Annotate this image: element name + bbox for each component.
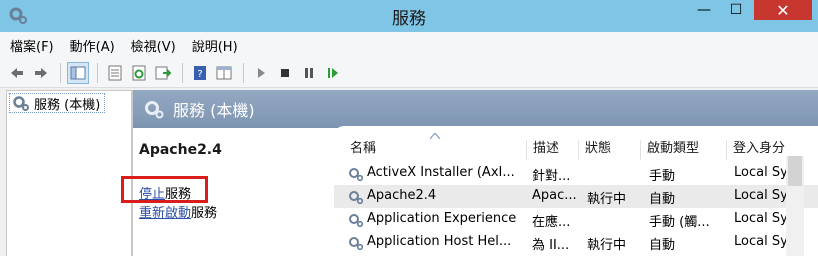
close-button[interactable]: ✕ xyxy=(754,0,812,20)
sort-ascending-icon xyxy=(429,132,441,140)
play-icon[interactable] xyxy=(250,62,272,84)
toolbar-separator xyxy=(243,62,244,83)
column-header-status[interactable]: 狀態 xyxy=(579,140,641,160)
title-bar: 服務 — ☐ ✕ xyxy=(0,0,818,32)
services-gear-icon xyxy=(13,96,29,111)
services-gear-icon xyxy=(145,101,164,119)
service-startup-cell: 手動 xyxy=(649,169,676,184)
table-row[interactable]: Application Experience 在應... 手動 (觸... Lo… xyxy=(334,208,818,231)
table-row[interactable]: ActiveX Installer (AxI... 針對... 手動 Local… xyxy=(334,162,818,185)
service-description-cell: 針對... xyxy=(532,169,571,184)
menu-bar: 檔案(F) 動作(A) 檢視(V) 說明(H) xyxy=(0,32,818,58)
service-name-cell: Application Host Hel... xyxy=(367,234,512,249)
properties-icon[interactable] xyxy=(104,62,126,84)
table-row[interactable]: Application Host Hel... 為 II... 執行中 自動 L… xyxy=(334,231,818,254)
toolbar-separator xyxy=(60,62,61,83)
tree-item-label: 服務 (本機) xyxy=(34,97,101,113)
minimize-button[interactable]: — xyxy=(690,0,718,20)
maximize-button[interactable]: ☐ xyxy=(722,0,750,20)
service-gear-icon xyxy=(349,237,364,251)
restart-service-action: 重新啟動服務 xyxy=(139,202,217,221)
help-icon[interactable]: ? xyxy=(189,62,211,84)
refresh-icon[interactable] xyxy=(128,62,150,84)
service-name-cell: Application Experience xyxy=(367,211,517,226)
service-gear-icon xyxy=(349,214,364,228)
stop-icon[interactable] xyxy=(274,62,296,84)
pause-icon[interactable] xyxy=(298,62,320,84)
services-pane-title: 服務 (本機) xyxy=(173,101,255,120)
service-logon-cell: Local Sy xyxy=(734,165,786,180)
menu-view[interactable]: 檢視(V) xyxy=(131,36,176,55)
list-header: 名稱 描述 狀態 啟動類型 登入身分 xyxy=(334,126,818,160)
column-header-name[interactable]: 名稱 xyxy=(344,140,527,160)
svg-text:?: ? xyxy=(197,69,202,80)
service-logon-cell: Local Sy xyxy=(734,211,786,226)
console-tree-icon[interactable] xyxy=(67,61,89,84)
toolbar: ? xyxy=(0,58,818,88)
menu-action[interactable]: 動作(A) xyxy=(70,36,115,55)
service-gear-icon xyxy=(349,168,364,182)
toolbar-separator xyxy=(182,62,183,83)
scrollbar-thumb[interactable] xyxy=(788,156,802,186)
services-list: 名稱 描述 狀態 啟動類型 登入身分 ActiveX Installer (Ax… xyxy=(334,126,818,256)
service-name-cell: Apache2.4 xyxy=(367,188,437,203)
service-gear-icon xyxy=(349,191,364,205)
service-description-cell: Apac... xyxy=(532,188,577,203)
service-logon-cell: Local Sy xyxy=(734,234,786,249)
service-name-cell: ActiveX Installer (AxI... xyxy=(367,165,515,180)
stop-service-highlight-box xyxy=(121,176,208,203)
back-icon[interactable] xyxy=(6,62,28,84)
resume-icon[interactable] xyxy=(322,62,344,84)
pane-icon[interactable] xyxy=(213,62,235,84)
service-startup-cell: 自動 xyxy=(649,192,676,207)
service-startup-cell: 自動 xyxy=(649,238,676,253)
restart-service-suffix: 服務 xyxy=(191,206,218,221)
table-row[interactable]: Apache2.4 Apac... 執行中 自動 Local Sy xyxy=(334,185,818,208)
column-header-description[interactable]: 描述 xyxy=(527,140,579,160)
export-icon[interactable] xyxy=(152,62,174,84)
console-tree: 服務 (本機) xyxy=(6,90,132,256)
service-logon-cell: Local Sy xyxy=(734,188,786,203)
restart-service-link[interactable]: 重新啟動 xyxy=(139,206,191,221)
tree-item-services-local[interactable]: 服務 (本機) xyxy=(9,93,106,113)
toolbar-separator xyxy=(97,62,98,83)
service-startup-cell: 手動 (觸... xyxy=(649,215,710,230)
menu-help[interactable]: 說明(H) xyxy=(192,36,238,55)
forward-icon[interactable] xyxy=(30,62,52,84)
column-header-startup-type[interactable]: 啟動類型 xyxy=(641,140,727,160)
services-pane-header: 服務 (本機) xyxy=(133,90,818,128)
list-vertical-scrollbar[interactable] xyxy=(786,156,804,256)
menu-file[interactable]: 檔案(F) xyxy=(10,36,54,55)
column-header-logon-as[interactable]: 登入身分 xyxy=(727,140,787,160)
service-status-cell: 執行中 xyxy=(587,192,627,207)
selected-service-name: Apache2.4 xyxy=(139,142,222,158)
service-description-cell: 在應... xyxy=(532,215,571,230)
service-status-cell: 執行中 xyxy=(587,238,627,253)
service-description-cell: 為 II... xyxy=(532,238,570,253)
